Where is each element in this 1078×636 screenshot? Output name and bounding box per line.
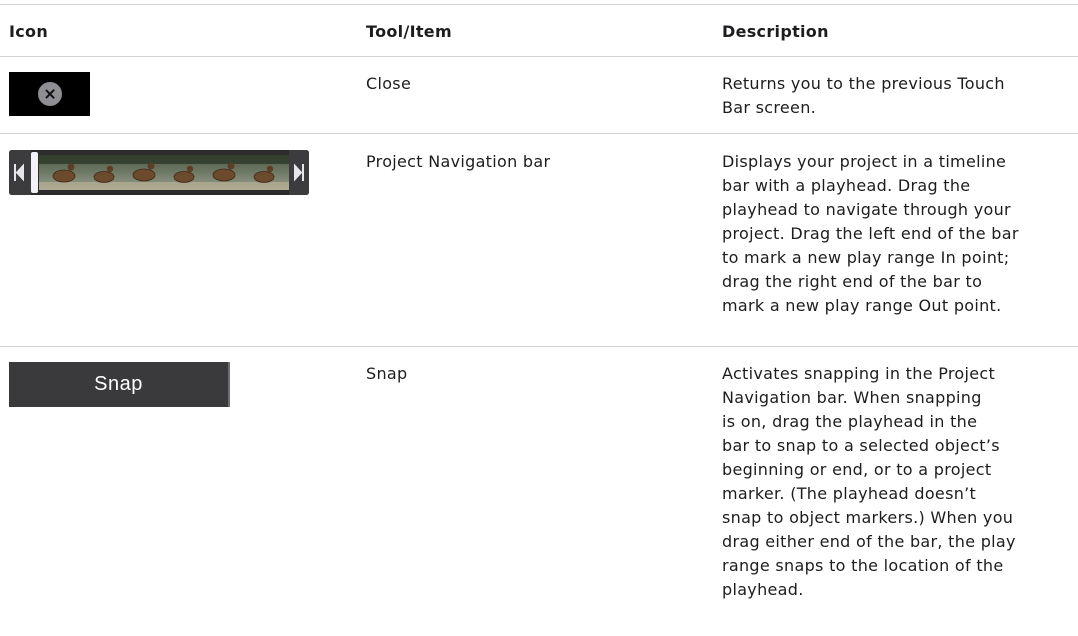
close-x-glyph [38,82,62,106]
description-line: beginning or end, or to a project [722,460,992,479]
tool-name-close: Close [366,74,412,93]
description-snap: Activates snapping in the Project Naviga… [722,362,1072,602]
header-divider [0,56,1078,57]
project-navigation-bar-icon [9,150,309,195]
description-line: to mark a new play range In point; [722,248,1010,267]
tool-name-project-navigation-bar: Project Navigation bar [366,152,551,171]
description-line: Activates snapping in the Project [722,364,996,383]
description-line: drag either end of the bar, the play [722,532,1016,551]
description-line: Returns you to the previous Touch [722,74,1005,93]
column-header-icon: Icon [9,22,49,41]
description-line: playhead to navigate through your [722,200,1011,219]
description-line: marker. (The playhead doesn’t [722,484,977,503]
description-line: is on, drag the playhead in the [722,412,978,431]
description-line: bar with a playhead. Drag the [722,176,971,195]
description-line: playhead. [722,580,804,599]
description-line: mark a new play range Out point. [722,296,1002,315]
description-line: Displays your project in a timeline [722,152,1007,171]
close-icon [9,72,90,116]
description-line: snap to object markers.) When you [722,508,1014,527]
description-line: bar to snap to a selected object’s [722,436,1000,455]
description-line: drag the right end of the bar to [722,272,983,291]
row-divider [0,133,1078,134]
snap-button-image: Snap [9,362,230,407]
tool-name-snap: Snap [366,364,408,383]
description-line: Bar screen. [722,98,817,117]
description-line: project. Drag the left end of the bar [722,224,1019,243]
column-header-description: Description [722,22,829,41]
description-close: Returns you to the previous Touch Bar sc… [722,72,1072,120]
column-header-tool: Tool/Item [366,22,452,41]
table-top-rule [0,4,1078,5]
touch-bar-tools-table: Icon Tool/Item Description Close Returns… [0,0,1078,636]
row-divider [0,346,1078,347]
description-line: Navigation bar. When snapping [722,388,982,407]
description-project-navigation-bar: Displays your project in a timeline bar … [722,150,1072,318]
description-line: range snaps to the location of the [722,556,1004,575]
